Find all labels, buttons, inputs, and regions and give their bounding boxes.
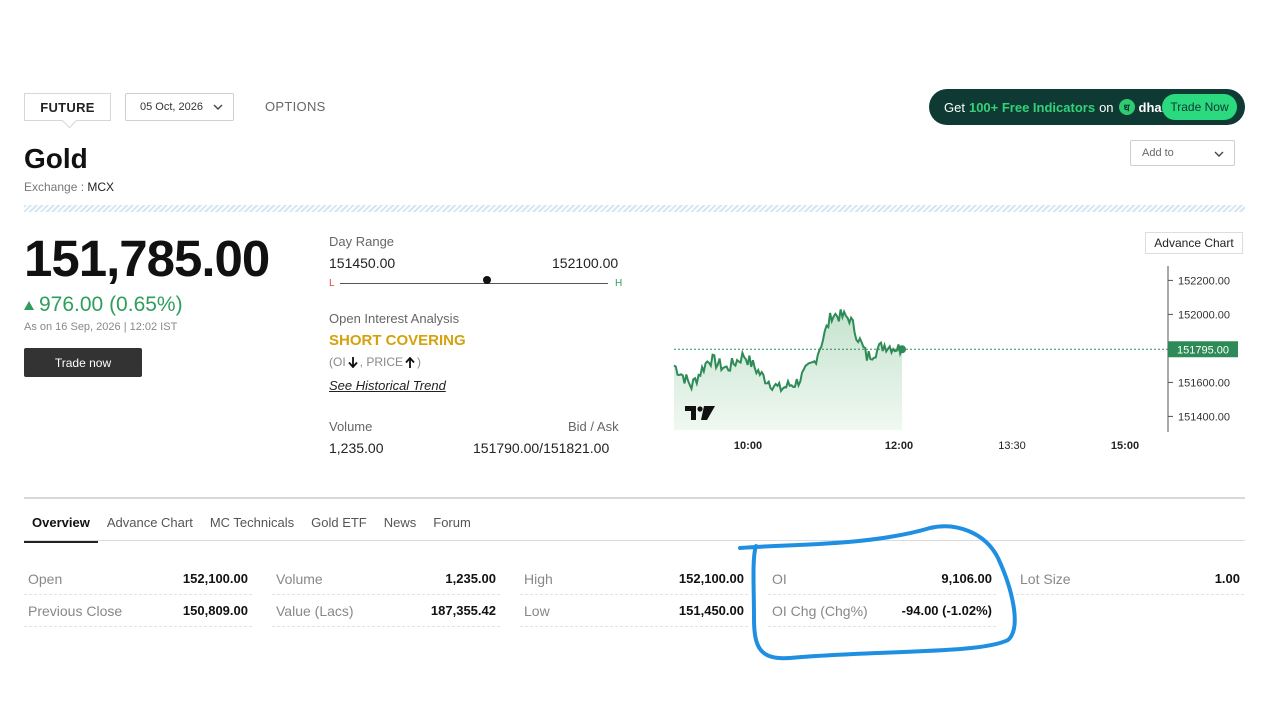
day-range-high: 152100.00 xyxy=(552,255,619,271)
stat-label: Lot Size xyxy=(1020,570,1071,587)
chart-y-tick-label: 151600.00 xyxy=(1178,377,1230,389)
oi-direction: (OI , PRICE ) xyxy=(329,355,421,369)
chart-y-tick-label: 151400.00 xyxy=(1178,411,1230,423)
oi-analysis-label: Open Interest Analysis xyxy=(329,311,460,326)
day-range-high-mark: H xyxy=(615,278,623,289)
last-price: 151,785.00 xyxy=(24,230,270,287)
stat-label: Previous Close xyxy=(28,602,123,619)
stat-label: Low xyxy=(524,602,550,619)
exchange-label: Exchange : xyxy=(24,180,85,194)
oi-close-paren: ) xyxy=(417,355,422,369)
promo-highlight: 100+ Free Indicators xyxy=(968,99,1096,115)
price-change: 976.00 (0.65%) xyxy=(24,293,183,317)
historical-trend-link[interactable]: See Historical Trend xyxy=(329,378,446,393)
stat-value: 150,809.00 xyxy=(182,603,248,618)
stat-value: 151,450.00 xyxy=(678,603,744,618)
advance-chart-button[interactable]: Advance Chart xyxy=(1145,232,1243,254)
stat-label: Volume xyxy=(276,570,323,587)
stat-value: 152,100.00 xyxy=(678,571,744,586)
bid-ask-value: 151790.00/151821.00 xyxy=(473,440,610,456)
up-arrow-icon xyxy=(24,300,34,310)
exchange-value: MCX xyxy=(87,180,115,194)
oi-status: SHORT COVERING xyxy=(329,332,466,349)
chart-x-tick-label: 12:00 xyxy=(885,440,913,452)
price-text: , PRICE xyxy=(359,355,404,369)
trade-now-button[interactable]: Trade now xyxy=(24,348,142,377)
stat-previous-close: Previous Close 150,809.00 xyxy=(24,595,252,627)
stat-oi-chg-chg: OI Chg (Chg%) -94.00 (-1.02%) xyxy=(768,595,996,627)
dhan-logo-icon: ध xyxy=(1118,99,1135,115)
tabs-top-divider xyxy=(24,497,1245,499)
stat-high: High 152,100.00 xyxy=(520,563,748,595)
tab-advance-chart[interactable]: Advance Chart xyxy=(99,515,201,543)
arrow-down-icon xyxy=(347,356,358,368)
volume-value: 1,235.00 xyxy=(329,440,384,456)
expiry-date-select[interactable]: 05 Oct, 2026 xyxy=(125,93,234,121)
stat-value: 187,355.42 xyxy=(430,603,496,618)
tab-news[interactable]: News xyxy=(376,515,425,543)
dhan-promo-banner[interactable]: Get 100+ Free Indicators on ध dhan Trade… xyxy=(929,89,1245,125)
chart-current-price-label: 151795.00 xyxy=(1177,344,1229,356)
stat-open: Open 152,100.00 xyxy=(24,563,252,595)
stat-label: OI xyxy=(772,570,787,587)
tab-mc-technicals[interactable]: MC Technicals xyxy=(202,515,302,543)
chevron-down-icon xyxy=(1214,151,1224,157)
stat-label: OI Chg (Chg%) xyxy=(772,602,868,619)
add-to-select[interactable]: Add to xyxy=(1130,140,1235,166)
stat-label: Open xyxy=(28,570,63,587)
day-range-label: Day Range xyxy=(329,234,395,249)
promo-prefix: Get xyxy=(944,99,965,115)
chevron-down-icon xyxy=(213,104,223,110)
chart-x-tick-label: 15:00 xyxy=(1111,440,1139,452)
stat-label: Value (Lacs) xyxy=(276,602,354,619)
stat-low: Low 151,450.00 xyxy=(520,595,748,627)
chart-x-tick-label: 13:30 xyxy=(998,440,1026,452)
stat-volume: Volume 1,235.00 xyxy=(272,563,500,595)
expiry-date-value: 05 Oct, 2026 xyxy=(140,101,203,113)
chart-current-point xyxy=(898,345,906,354)
future-tab[interactable]: FUTURE xyxy=(24,93,111,121)
price-change-value: 976.00 (0.65%) xyxy=(39,293,183,316)
arrow-up-icon xyxy=(405,356,415,368)
promo-trade-now-button[interactable]: Trade Now xyxy=(1162,94,1237,120)
chart-x-tick-label: 10:00 xyxy=(734,440,762,452)
add-to-label: Add to xyxy=(1142,147,1174,159)
stat-label: High xyxy=(524,570,553,587)
bid-ask-label: Bid / Ask xyxy=(568,419,619,434)
stat-value: 1.00 xyxy=(1214,571,1240,586)
chart-y-tick-label: 152200.00 xyxy=(1178,275,1230,287)
chart-y-tick-label: 152000.00 xyxy=(1178,309,1230,321)
tabs-bottom-divider xyxy=(24,540,1245,541)
exchange-info: Exchange : MCX xyxy=(24,180,114,194)
stat-value: 152,100.00 xyxy=(182,571,248,586)
tab-overview[interactable]: Overview xyxy=(24,515,98,543)
instrument-title: Gold xyxy=(24,143,88,174)
day-range-low-mark: L xyxy=(329,278,335,289)
promo-mid: on xyxy=(1099,99,1114,115)
as-on-timestamp: As on 16 Sep, 2026 | 12:02 IST xyxy=(24,321,178,333)
intraday-chart[interactable]: 152200.00 152000.00 151600.00 151400.00 1517… xyxy=(660,230,1250,460)
section-divider xyxy=(24,205,1245,212)
stat-value-lacs: Value (Lacs) 187,355.42 xyxy=(272,595,500,627)
tab-forum[interactable]: Forum xyxy=(425,515,479,543)
options-tab[interactable]: OPTIONS xyxy=(265,99,326,114)
stat-value: 9,106.00 xyxy=(941,571,992,586)
tab-gold-etf[interactable]: Gold ETF xyxy=(303,515,375,543)
stat-value: -94.00 (-1.02%) xyxy=(901,603,992,618)
stat-value: 1,235.00 xyxy=(445,571,496,586)
oi-text: (OI xyxy=(329,355,346,369)
stat-oi: OI 9,106.00 xyxy=(768,563,996,595)
volume-label: Volume xyxy=(329,419,373,434)
day-range-bar xyxy=(340,283,608,284)
section-tabs: Overview Advance Chart MC Technicals Gold E… xyxy=(24,515,480,543)
day-range-low: 151450.00 xyxy=(329,255,396,271)
stat-lot-size: Lot Size 1.00 xyxy=(1016,563,1244,595)
